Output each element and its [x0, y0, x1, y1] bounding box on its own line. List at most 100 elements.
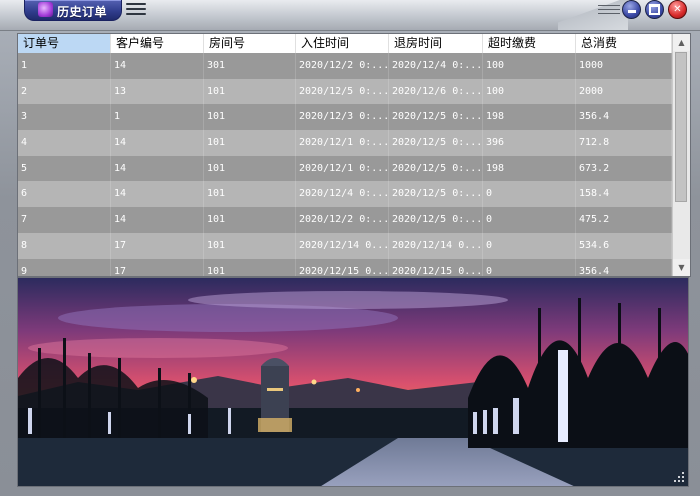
cell-order-id[interactable]: 1 — [18, 53, 111, 79]
cell-checkout-time[interactable]: 2020/12/5 0:... — [389, 104, 483, 131]
cell-checkout-time[interactable]: 2020/12/5 0:... — [389, 130, 483, 156]
cell-customer-id[interactable]: 14 — [111, 53, 204, 79]
table-row[interactable]: 2 13 101 2020/12/5 0:... 2020/12/6 0:...… — [18, 78, 672, 105]
cell-checkin-time[interactable]: 2020/12/5 0:... — [296, 78, 389, 105]
sunset-campus-image — [18, 278, 688, 486]
cell-total[interactable]: 2000 — [576, 78, 672, 105]
resize-grip-icon[interactable] — [673, 471, 685, 483]
cell-checkin-time[interactable]: 2020/12/14 0... — [296, 232, 389, 259]
cell-overtime-fee[interactable]: 0 — [483, 181, 576, 208]
cell-checkout-time[interactable]: 2020/12/5 0:... — [389, 155, 483, 182]
column-header-overtime-fee[interactable]: 超时缴费 — [483, 34, 576, 53]
close-icon: ✕ — [673, 3, 682, 15]
cell-checkin-time[interactable]: 2020/12/2 0:... — [296, 53, 389, 79]
cell-customer-id[interactable]: 17 — [111, 258, 204, 276]
cell-order-id[interactable]: 9 — [18, 258, 111, 276]
grid-header: 订单号 客户编号 房间号 入住时间 退房时间 超时缴费 总消费 — [18, 34, 672, 54]
table-row[interactable]: 5 14 101 2020/12/1 0:... 2020/12/5 0:...… — [18, 155, 672, 182]
column-header-checkout-time[interactable]: 退房时间 — [389, 34, 483, 53]
cell-overtime-fee[interactable]: 0 — [483, 207, 576, 233]
window-title: 历史订单 — [57, 5, 108, 19]
cell-checkout-time[interactable]: 2020/12/15 0... — [389, 258, 483, 276]
table-row[interactable]: 6 14 101 2020/12/4 0:... 2020/12/5 0:...… — [18, 181, 672, 208]
cell-overtime-fee[interactable]: 0 — [483, 258, 576, 276]
cell-order-id[interactable]: 5 — [18, 155, 111, 182]
cell-checkin-time[interactable]: 2020/12/1 0:... — [296, 130, 389, 156]
cell-checkin-time[interactable]: 2020/12/1 0:... — [296, 155, 389, 182]
cell-checkout-time[interactable]: 2020/12/4 0:... — [389, 53, 483, 79]
cell-checkin-time[interactable]: 2020/12/3 0:... — [296, 104, 389, 131]
cell-order-id[interactable]: 8 — [18, 232, 111, 259]
cell-order-id[interactable]: 2 — [18, 78, 111, 105]
column-header-checkin-time[interactable]: 入住时间 — [296, 34, 389, 53]
column-header-order-id[interactable]: 订单号 — [18, 34, 111, 53]
scrollbar-thumb[interactable] — [675, 52, 687, 202]
scroll-up-arrow-icon[interactable]: ▲ — [673, 34, 690, 51]
cell-order-id[interactable]: 4 — [18, 130, 111, 156]
cell-overtime-fee[interactable]: 198 — [483, 104, 576, 131]
cell-customer-id[interactable]: 17 — [111, 232, 204, 259]
cell-customer-id[interactable]: 14 — [111, 181, 204, 208]
cell-total[interactable]: 475.2 — [576, 207, 672, 233]
cell-customer-id[interactable]: 13 — [111, 78, 204, 105]
cell-overtime-fee[interactable]: 100 — [483, 78, 576, 105]
column-header-room-no[interactable]: 房间号 — [204, 34, 296, 53]
cell-checkout-time[interactable]: 2020/12/5 0:... — [389, 207, 483, 233]
cell-total[interactable]: 534.6 — [576, 232, 672, 259]
cell-total[interactable]: 673.2 — [576, 155, 672, 182]
cell-room-no[interactable]: 101 — [204, 232, 296, 259]
hamburger-menu-icon[interactable] — [126, 3, 146, 17]
cell-overtime-fee[interactable]: 0 — [483, 232, 576, 259]
cell-total[interactable]: 1000 — [576, 53, 672, 79]
cell-total[interactable]: 158.4 — [576, 181, 672, 208]
cell-total[interactable]: 712.8 — [576, 130, 672, 156]
table-row[interactable]: 7 14 101 2020/12/2 0:... 2020/12/5 0:...… — [18, 207, 672, 233]
cell-total[interactable]: 356.4 — [576, 104, 672, 131]
table-row[interactable]: 1 14 301 2020/12/2 0:... 2020/12/4 0:...… — [18, 53, 672, 79]
background-photo — [17, 277, 689, 487]
cell-overtime-fee[interactable]: 100 — [483, 53, 576, 79]
column-header-customer-id[interactable]: 客户编号 — [111, 34, 204, 53]
table-row[interactable]: 3 1 101 2020/12/3 0:... 2020/12/5 0:... … — [18, 104, 672, 131]
maximize-icon — [649, 4, 660, 15]
cell-overtime-fee[interactable]: 396 — [483, 130, 576, 156]
cell-checkout-time[interactable]: 2020/12/5 0:... — [389, 181, 483, 208]
cell-room-no[interactable]: 101 — [204, 130, 296, 156]
cell-overtime-fee[interactable]: 198 — [483, 155, 576, 182]
cell-order-id[interactable]: 6 — [18, 181, 111, 208]
close-button[interactable]: ✕ — [668, 0, 687, 19]
table-row[interactable]: 4 14 101 2020/12/1 0:... 2020/12/5 0:...… — [18, 130, 672, 156]
cell-customer-id[interactable]: 1 — [111, 104, 204, 131]
table-row[interactable]: 8 17 101 2020/12/14 0... 2020/12/14 0...… — [18, 232, 672, 259]
cell-room-no[interactable]: 101 — [204, 181, 296, 208]
cell-room-no[interactable]: 101 — [204, 78, 296, 105]
cell-room-no[interactable]: 101 — [204, 258, 296, 276]
maximize-button[interactable] — [645, 0, 664, 19]
column-header-total[interactable]: 总消费 — [576, 34, 672, 53]
cell-checkin-time[interactable]: 2020/12/4 0:... — [296, 181, 389, 208]
title-bar[interactable]: 历史订单 ✕ — [0, 0, 700, 31]
minimize-button[interactable] — [622, 0, 641, 19]
cell-total[interactable]: 356.4 — [576, 258, 672, 276]
cell-checkin-time[interactable]: 2020/12/15 0... — [296, 258, 389, 276]
cell-customer-id[interactable]: 14 — [111, 130, 204, 156]
cell-checkout-time[interactable]: 2020/12/14 0... — [389, 232, 483, 259]
orders-grid[interactable]: 订单号 客户编号 房间号 入住时间 退房时间 超时缴费 总消费 1 14 301… — [17, 33, 691, 277]
vertical-scrollbar[interactable]: ▲ ▼ — [672, 34, 690, 276]
cell-room-no[interactable]: 101 — [204, 155, 296, 182]
grid-rows: 1 14 301 2020/12/2 0:... 2020/12/4 0:...… — [18, 53, 672, 276]
cell-room-no[interactable]: 101 — [204, 104, 296, 131]
cell-room-no[interactable]: 301 — [204, 53, 296, 79]
cell-customer-id[interactable]: 14 — [111, 155, 204, 182]
cell-customer-id[interactable]: 14 — [111, 207, 204, 233]
cell-room-no[interactable]: 101 — [204, 207, 296, 233]
grip-lines-icon — [598, 5, 620, 17]
scroll-down-arrow-icon[interactable]: ▼ — [673, 259, 690, 276]
window-frame: 历史订单 ✕ 订单号 客户编号 房间号 入住时间 退房时间 超时缴费 总消费 1… — [0, 0, 700, 496]
cell-checkin-time[interactable]: 2020/12/2 0:... — [296, 207, 389, 233]
cell-order-id[interactable]: 3 — [18, 104, 111, 131]
table-row[interactable]: 9 17 101 2020/12/15 0... 2020/12/15 0...… — [18, 258, 672, 276]
cell-order-id[interactable]: 7 — [18, 207, 111, 233]
title-badge: 历史订单 — [24, 0, 122, 21]
cell-checkout-time[interactable]: 2020/12/6 0:... — [389, 78, 483, 105]
